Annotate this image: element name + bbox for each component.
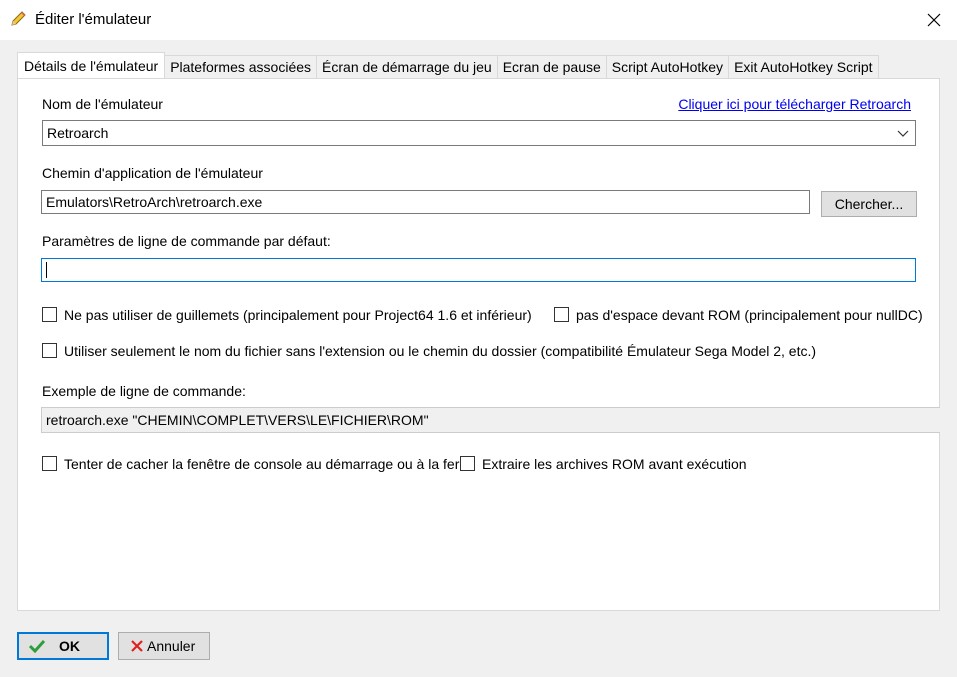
x-icon <box>131 640 143 652</box>
checkmark-icon <box>29 639 45 653</box>
no-space-label: pas d'espace devant ROM (principalement … <box>576 307 923 323</box>
extract-rom-label: Extraire les archives ROM avant exécutio… <box>482 456 747 472</box>
chevron-down-icon <box>897 130 909 137</box>
tab-strip: Détails de l'émulateur Plateformes assoc… <box>17 52 879 79</box>
example-cmdline-value: retroarch.exe "CHEMIN\COMPLET\VERS\LE\FI… <box>41 407 940 433</box>
filename-only-checkbox[interactable] <box>42 343 57 358</box>
browse-button[interactable]: Chercher... <box>821 191 917 217</box>
no-quotes-label: Ne pas utiliser de guillemets (principal… <box>64 307 532 323</box>
no-quotes-checkbox[interactable] <box>42 307 57 322</box>
app-path-label: Chemin d'application de l'émulateur <box>42 165 263 181</box>
tab-exit-autohotkey-script[interactable]: Exit AutoHotkey Script <box>728 55 879 79</box>
tab-pause-screen[interactable]: Ecran de pause <box>496 55 607 79</box>
title-bar: Éditer l'émulateur <box>0 0 957 40</box>
extract-rom-checkbox[interactable] <box>460 456 475 471</box>
cancel-label: Annuler <box>147 638 196 654</box>
tab-emulator-details[interactable]: Détails de l'émulateur <box>17 52 166 78</box>
window-title: Éditer l'émulateur <box>35 11 152 28</box>
cmdline-params-label: Paramètres de ligne de commande par défa… <box>42 233 331 249</box>
emulator-name-combobox[interactable]: Retroarch <box>42 120 916 146</box>
close-icon <box>927 13 941 27</box>
tab-associated-platforms[interactable]: Plateformes associées <box>164 55 318 79</box>
cancel-button[interactable]: Annuler <box>118 632 210 660</box>
example-cmdline-label: Exemple de ligne de commande: <box>42 383 246 399</box>
emulator-name-label: Nom de l'émulateur <box>42 96 163 112</box>
download-retroarch-link[interactable]: Cliquer ici pour télécharger Retroarch <box>678 96 911 112</box>
pencil-icon <box>11 11 26 26</box>
cmdline-params-input[interactable] <box>41 258 916 282</box>
text-caret <box>46 262 47 279</box>
filename-only-label: Utiliser seulement le nom du fichier san… <box>64 343 817 359</box>
emulator-name-value: Retroarch <box>47 125 109 141</box>
tab-game-startup-screen[interactable]: Écran de démarrage du jeu <box>316 55 498 79</box>
tab-autohotkey-script[interactable]: Script AutoHotkey <box>605 55 730 79</box>
hide-console-label: Tenter de cacher la fenêtre de console a… <box>64 456 460 472</box>
ok-button[interactable]: OK <box>17 632 109 660</box>
app-path-input[interactable]: Emulators\RetroArch\retroarch.exe <box>41 190 810 214</box>
no-space-checkbox[interactable] <box>554 307 569 322</box>
close-button[interactable] <box>911 0 957 40</box>
ok-label: OK <box>59 638 80 654</box>
hide-console-checkbox[interactable] <box>42 456 57 471</box>
